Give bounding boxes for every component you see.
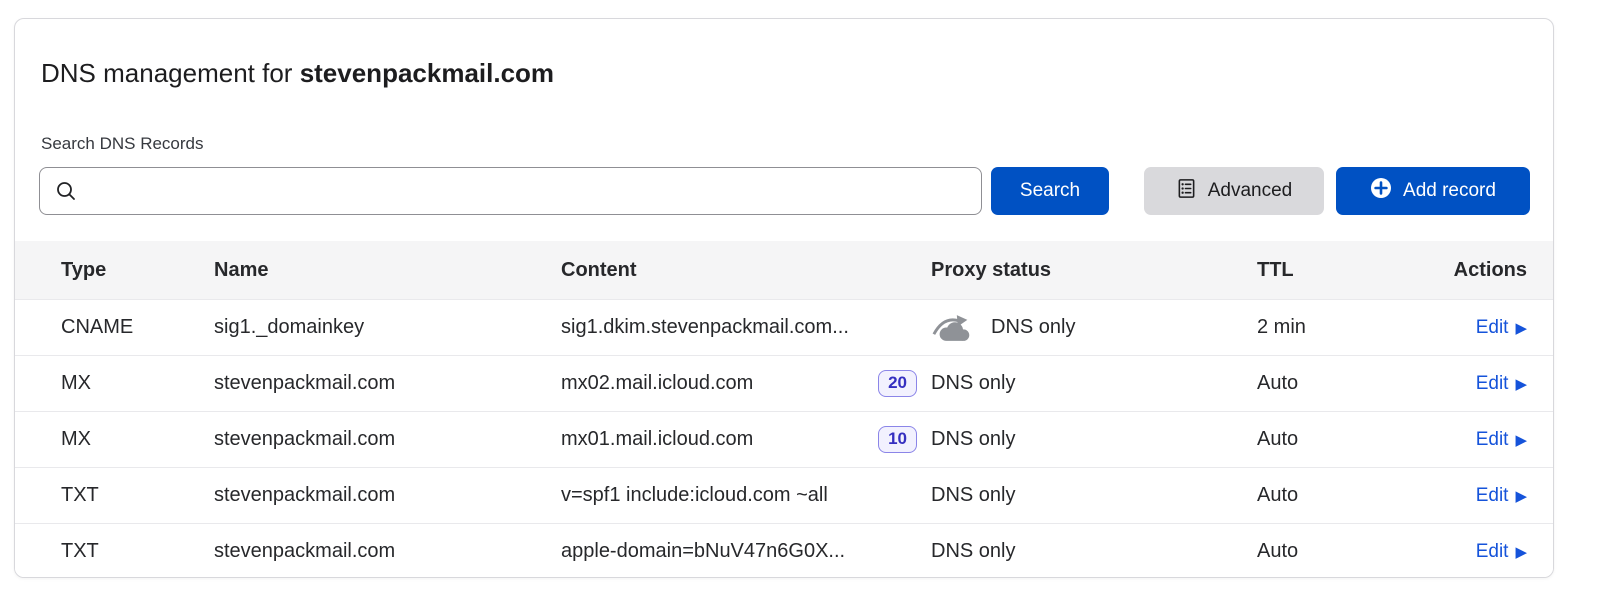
proxy-status-text: DNS only [931,428,1015,451]
edit-link[interactable]: Edit ▶ [1391,485,1527,507]
record-content: v=spf1 include:icloud.com ~all [561,484,828,507]
column-header-name: Name [214,259,561,282]
table-row: MX stevenpackmail.com mx02.mail.icloud.c… [15,355,1553,411]
domain-name: stevenpackmail.com [300,58,554,88]
table-body: CNAME sig1._domainkey sig1.dkim.stevenpa… [15,299,1553,578]
cloud-dns-only-icon [931,313,975,342]
record-name: stevenpackmail.com [214,484,561,507]
table-header: Type Name Content Proxy status TTL Actio… [15,241,1553,299]
proxy-status-text: DNS only [991,316,1075,339]
dns-management-card: DNS management for stevenpackmail.com Se… [14,18,1554,578]
search-button[interactable]: Search [991,167,1109,215]
record-content-cell: apple-domain=bNuV47n6G0X... [561,540,931,563]
table-row: TXT stevenpackmail.com apple-domain=bNuV… [15,523,1553,578]
proxy-status-cell: DNS only [931,428,1241,451]
edit-label[interactable]: Edit [1476,373,1509,395]
edit-label[interactable]: Edit [1476,541,1509,563]
record-ttl: Auto [1241,372,1391,395]
record-content: mx02.mail.icloud.com [561,372,753,395]
table-row: TXT stevenpackmail.com v=spf1 include:ic… [15,467,1553,523]
priority-badge: 20 [878,370,917,397]
record-name: sig1._domainkey [214,316,561,339]
record-type: CNAME [61,316,214,339]
edit-link[interactable]: Edit ▶ [1391,373,1527,395]
add-record-button-label: Add record [1403,180,1496,202]
record-name: stevenpackmail.com [214,372,561,395]
edit-link[interactable]: Edit ▶ [1391,541,1527,563]
edit-label[interactable]: Edit [1476,429,1509,451]
table-row: CNAME sig1._domainkey sig1.dkim.stevenpa… [15,299,1553,355]
search-label: Search DNS Records [41,133,1527,155]
edit-caret-icon: ▶ [1515,544,1527,560]
column-header-proxy-status: Proxy status [931,259,1241,282]
plus-circle-icon [1370,177,1392,205]
column-header-content: Content [561,259,931,282]
record-content: sig1.dkim.stevenpackmail.com... [561,316,849,339]
priority-badge: 10 [878,426,917,453]
record-ttl: 2 min [1241,316,1391,339]
record-content-cell: mx02.mail.icloud.com 20 [561,370,931,397]
record-content-cell: mx01.mail.icloud.com 10 [561,426,931,453]
add-record-button[interactable]: Add record [1336,167,1530,215]
advanced-button[interactable]: Advanced [1144,167,1324,215]
edit-caret-icon: ▶ [1515,320,1527,336]
edit-label[interactable]: Edit [1476,317,1509,339]
record-content: apple-domain=bNuV47n6G0X... [561,540,845,563]
proxy-status-text: DNS only [931,372,1015,395]
column-header-actions: Actions [1391,259,1527,282]
record-name: stevenpackmail.com [214,540,561,563]
record-content: mx01.mail.icloud.com [561,428,753,451]
record-type: MX [61,428,214,451]
proxy-status-cell: DNS only [931,372,1241,395]
edit-link[interactable]: Edit ▶ [1391,317,1527,339]
controls-row: Search Advanced Add record [39,167,1530,215]
record-type: TXT [61,484,214,507]
record-type: TXT [61,540,214,563]
proxy-status-text: DNS only [931,540,1015,563]
proxy-status-text: DNS only [931,484,1015,507]
search-input[interactable] [39,167,982,215]
record-content-cell: v=spf1 include:icloud.com ~all [561,484,931,507]
page-title: DNS management for stevenpackmail.com [41,57,1527,89]
record-ttl: Auto [1241,540,1391,563]
record-ttl: Auto [1241,428,1391,451]
search-box [39,167,982,215]
proxy-status-cell: DNS only [931,313,1241,342]
list-document-icon [1176,178,1197,205]
page-title-prefix: DNS management for [41,58,292,88]
record-type: MX [61,372,214,395]
record-ttl: Auto [1241,484,1391,507]
table-row: MX stevenpackmail.com mx01.mail.icloud.c… [15,411,1553,467]
proxy-status-cell: DNS only [931,484,1241,507]
edit-label[interactable]: Edit [1476,485,1509,507]
record-name: stevenpackmail.com [214,428,561,451]
record-content-cell: sig1.dkim.stevenpackmail.com... [561,316,931,339]
edit-caret-icon: ▶ [1515,488,1527,504]
advanced-button-label: Advanced [1208,180,1293,202]
column-header-type: Type [61,259,214,282]
dns-records-table: Type Name Content Proxy status TTL Actio… [15,241,1553,578]
edit-link[interactable]: Edit ▶ [1391,429,1527,451]
column-header-ttl: TTL [1241,259,1391,282]
edit-caret-icon: ▶ [1515,432,1527,448]
edit-caret-icon: ▶ [1515,376,1527,392]
proxy-status-cell: DNS only [931,540,1241,563]
